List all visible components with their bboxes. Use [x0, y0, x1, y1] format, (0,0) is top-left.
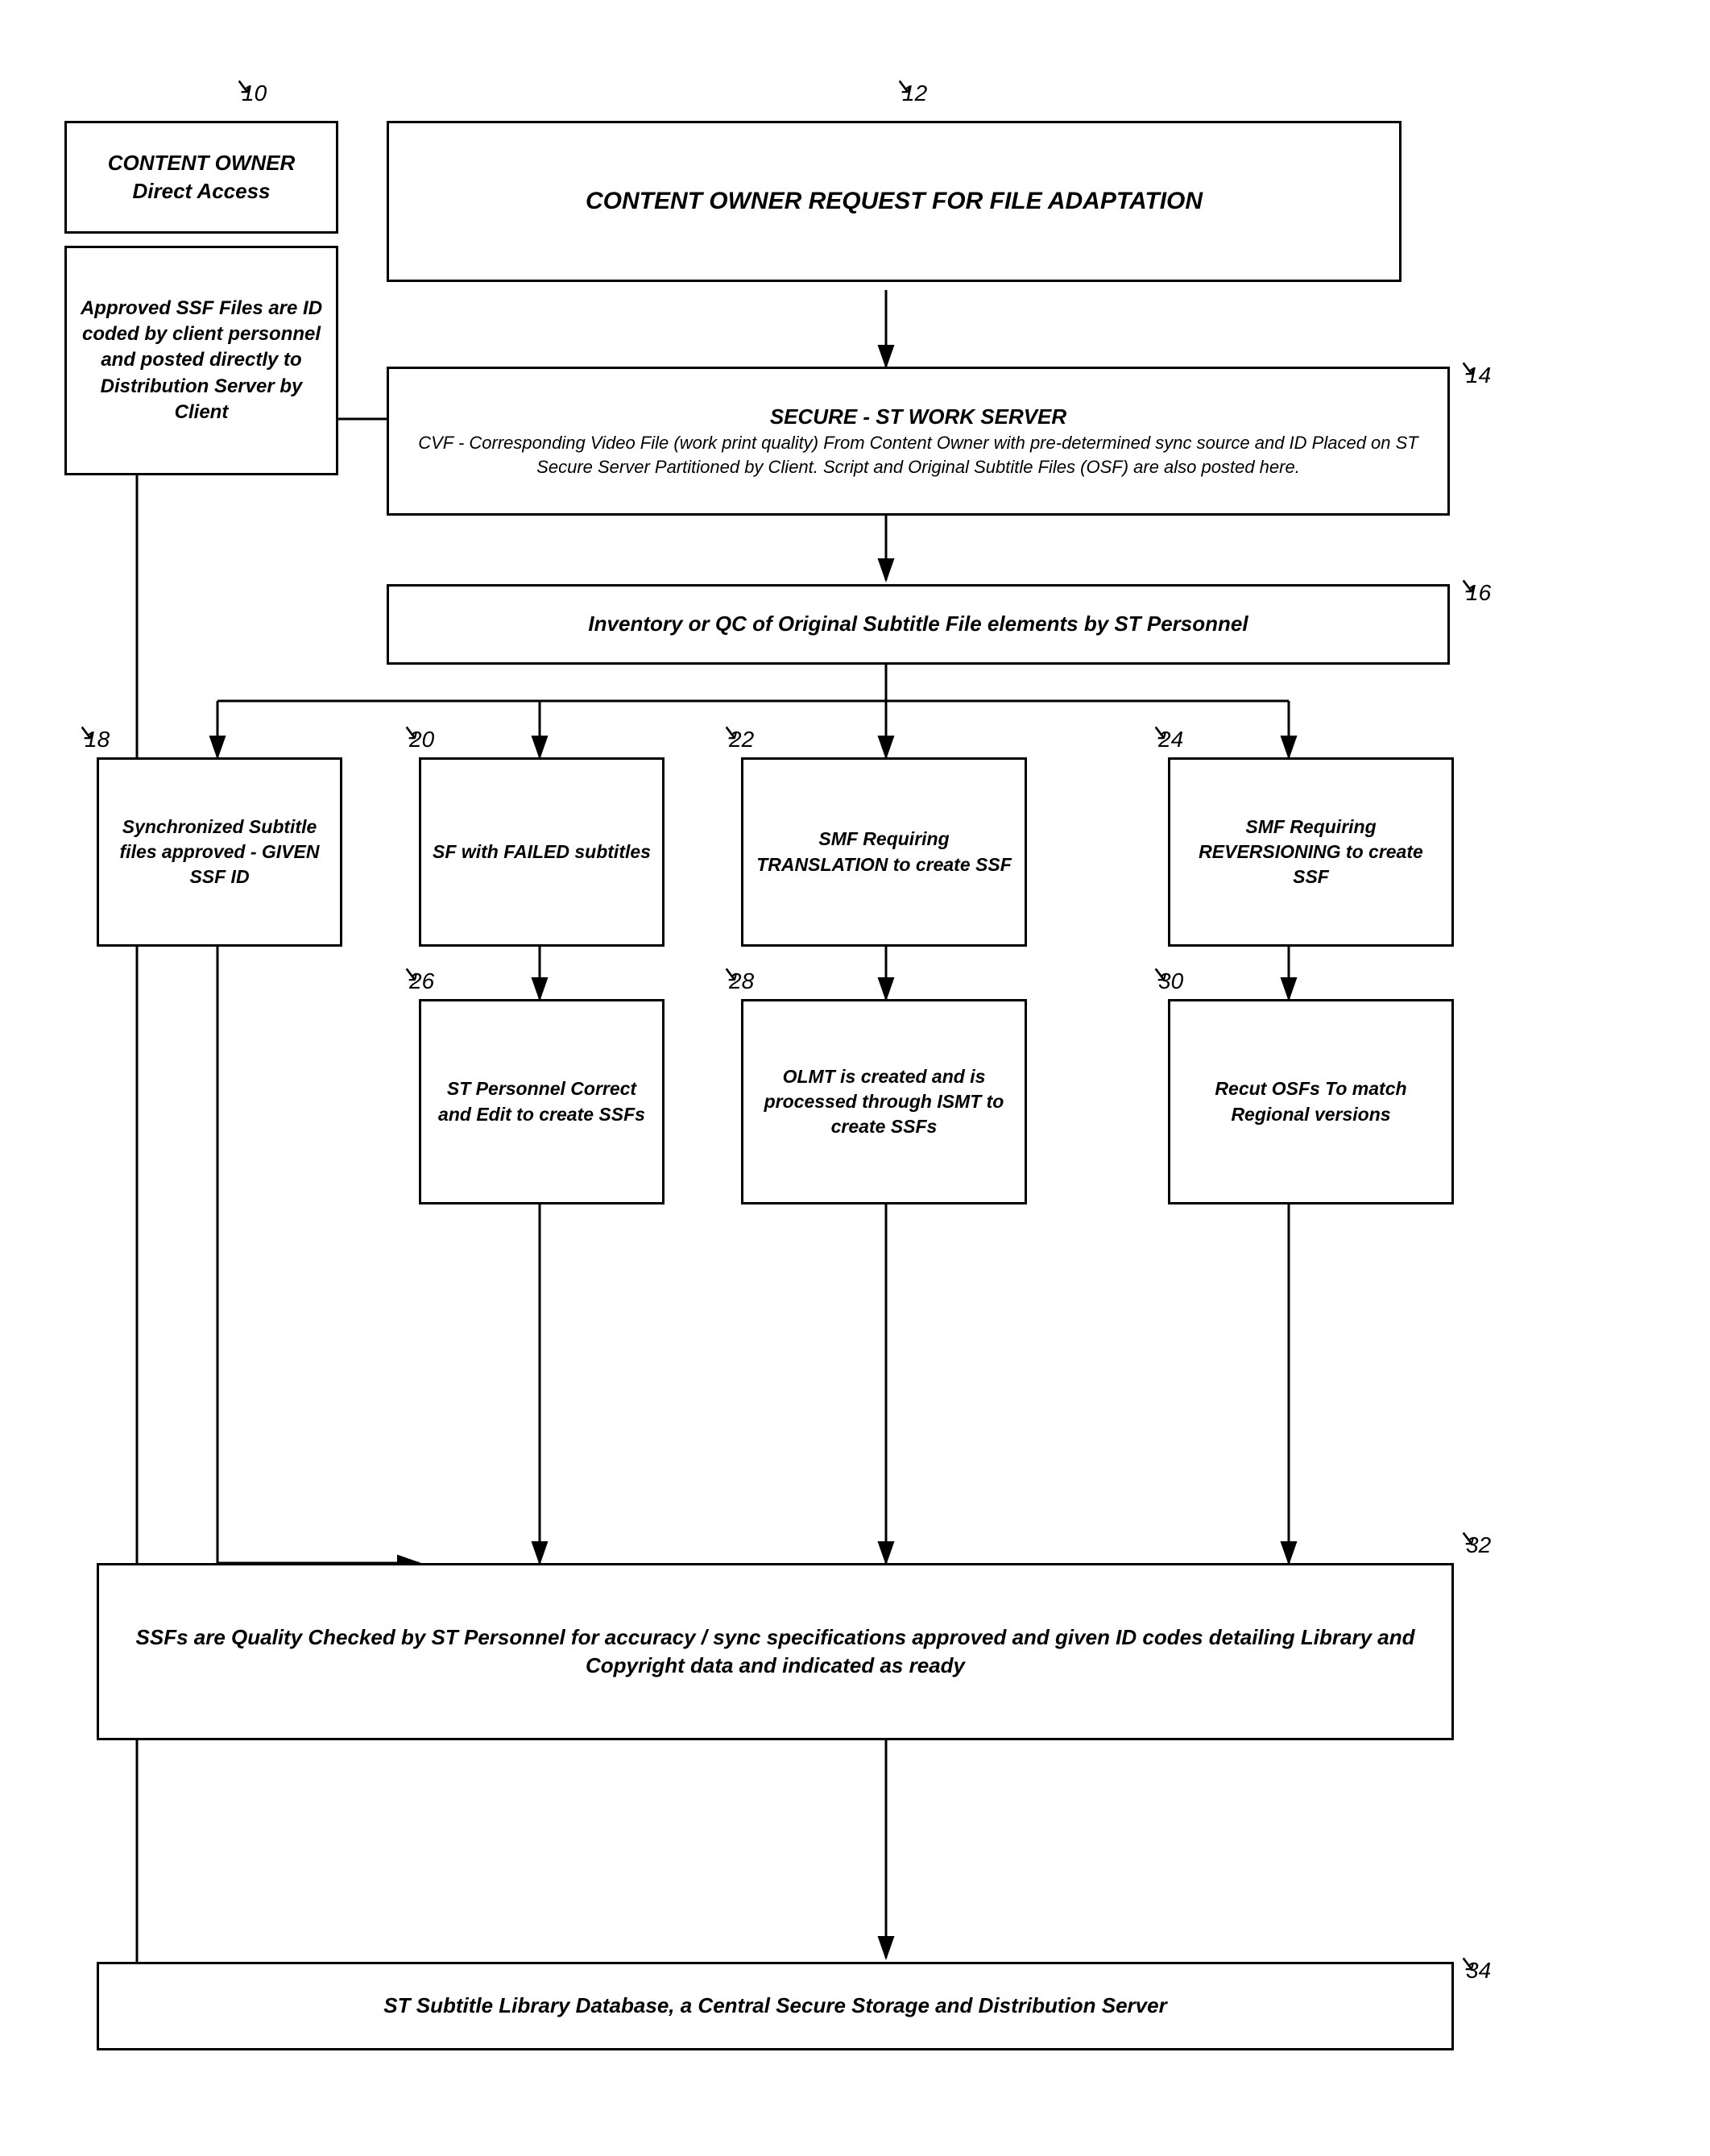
- box-content-owner-direct: CONTENT OWNER Direct Access: [64, 121, 338, 234]
- box-secure-server-title: SECURE - ST WORK SERVER: [770, 403, 1066, 431]
- box-content-owner-request: CONTENT OWNER REQUEST FOR FILE ADAPTATIO…: [387, 121, 1402, 282]
- box-secure-server-body: CVF - Corresponding Video File (work pri…: [400, 431, 1436, 479]
- box-st-personnel: ST Personnel Correct and Edit to create …: [419, 999, 665, 1204]
- box-smf-translation: SMF Requiring TRANSLATION to create SSF: [741, 757, 1027, 947]
- box-synchronized: Synchronized Subtitle files approved - G…: [97, 757, 342, 947]
- box-st-personnel-text: ST Personnel Correct and Edit to create …: [433, 1076, 651, 1126]
- box-subtitle-library-text: ST Subtitle Library Database, a Central …: [383, 1992, 1166, 2020]
- box-quality: SSFs are Quality Checked by ST Personnel…: [97, 1563, 1454, 1740]
- box-smf-translation-text: SMF Requiring TRANSLATION to create SSF: [755, 827, 1013, 877]
- box-secure-server: SECURE - ST WORK SERVER CVF - Correspond…: [387, 367, 1450, 516]
- box-inventory: Inventory or QC of Original Subtitle Fil…: [387, 584, 1450, 665]
- box-olmt-text: OLMT is created and is processed through…: [755, 1064, 1013, 1139]
- box-inventory-text: Inventory or QC of Original Subtitle Fil…: [588, 610, 1248, 638]
- box-content-owner-direct-sub-text: Approved SSF Files are ID coded by clien…: [78, 296, 325, 426]
- box-smf-reversioning-text: SMF Requiring REVERSIONING to create SSF: [1182, 815, 1440, 889]
- diagram-container: 10 ↘ 12 ↘ CONTENT OWNER Direct Access Ap…: [32, 32, 1678, 2124]
- box-recut: Recut OSFs To match Regional versions: [1168, 999, 1454, 1204]
- box-olmt: OLMT is created and is processed through…: [741, 999, 1027, 1204]
- box-smf-reversioning: SMF Requiring REVERSIONING to create SSF: [1168, 757, 1454, 947]
- box-recut-text: Recut OSFs To match Regional versions: [1182, 1076, 1440, 1126]
- box-subtitle-library: ST Subtitle Library Database, a Central …: [97, 1962, 1454, 2050]
- box-sf-failed-text: SF with FAILED subtitles: [433, 840, 651, 864]
- box-sf-failed: SF with FAILED subtitles: [419, 757, 665, 947]
- box-content-owner-request-text: CONTENT OWNER REQUEST FOR FILE ADAPTATIO…: [586, 185, 1203, 218]
- box-content-owner-direct-sub: Approved SSF Files are ID coded by clien…: [64, 246, 338, 475]
- box-synchronized-text: Synchronized Subtitle files approved - G…: [110, 815, 329, 889]
- box-quality-text: SSFs are Quality Checked by ST Personnel…: [110, 1623, 1440, 1680]
- box-content-owner-direct-text: CONTENT OWNER Direct Access: [78, 149, 325, 205]
